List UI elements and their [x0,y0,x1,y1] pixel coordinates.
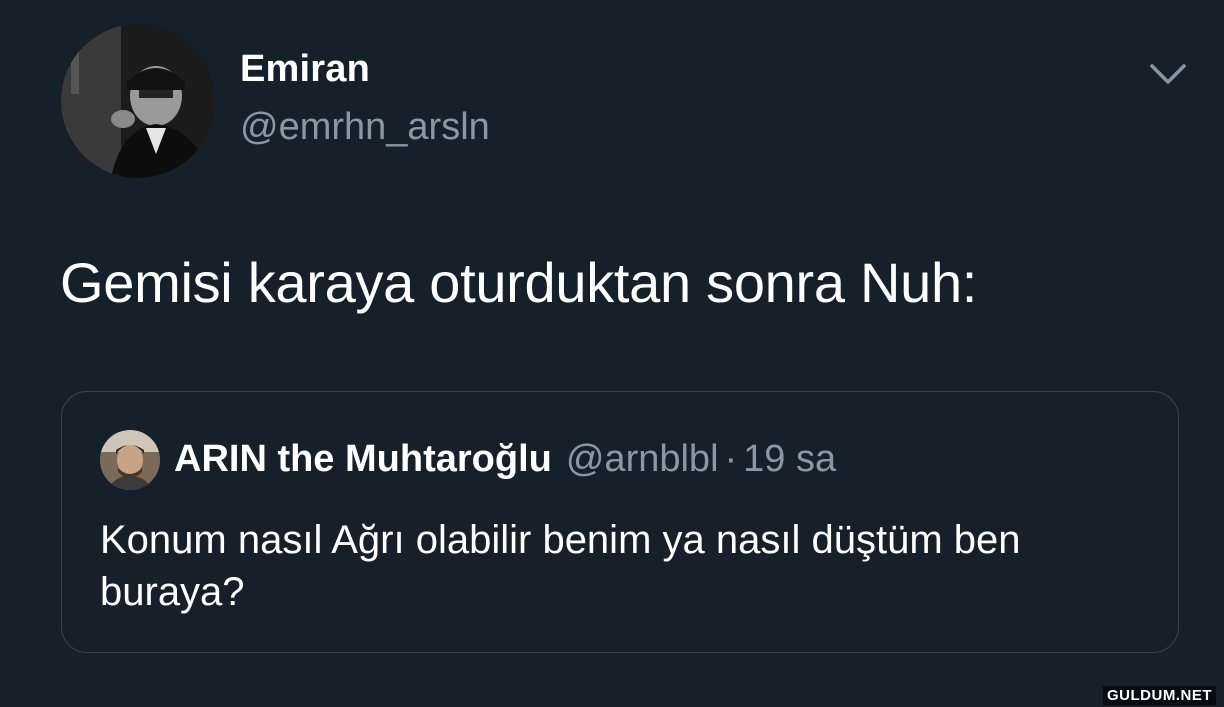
author-avatar[interactable] [61,24,215,178]
quoted-tweet-time[interactable]: 19 sa [743,438,836,480]
quoted-tweet-header: ARIN the Muhtaroğlu @arnblbl · 19 sa [174,438,836,481]
tweet-text: Gemisi karaya oturduktan sonra Nuh: [60,251,978,314]
author-avatar-image [61,24,215,178]
quoted-author-avatar[interactable] [100,430,160,490]
quoted-author-avatar-image [100,430,160,490]
separator-dot: · [724,438,738,480]
watermark: GULDUM.NET [1103,686,1216,705]
quoted-author-display-name[interactable]: ARIN the Muhtaroğlu [174,438,552,480]
quoted-tweet-card[interactable]: ARIN the Muhtaroğlu @arnblbl · 19 sa Konum … [61,391,1179,653]
author-handle[interactable]: @emrhn_arsln [240,106,490,149]
chevron-down-icon[interactable] [1148,60,1188,90]
quoted-author-handle[interactable]: @arnblbl [566,438,719,480]
quoted-tweet-text: Konum nasıl Ağrı olabilir benim ya nasıl… [100,518,1021,614]
author-display-name[interactable]: Emiran [240,48,370,91]
